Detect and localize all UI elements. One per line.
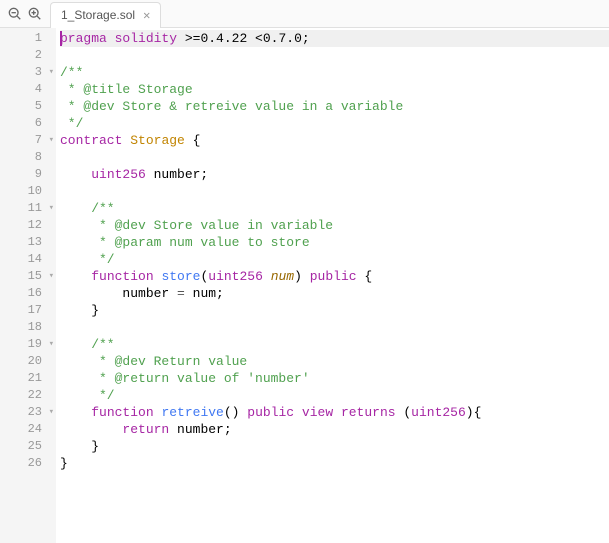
code-line: */ [60, 387, 609, 404]
gutter-line: 26 [0, 455, 56, 472]
code-line [60, 183, 609, 200]
gutter-line: 25 [0, 438, 56, 455]
zoom-controls [0, 7, 50, 21]
gutter-line: 21 [0, 370, 56, 387]
gutter-line: 23 [0, 404, 56, 421]
gutter-line: 19 [0, 336, 56, 353]
gutter-line: 22 [0, 387, 56, 404]
gutter: 1234567891011121314151617181920212223242… [0, 28, 56, 543]
gutter-line: 4 [0, 81, 56, 98]
code-line: contract Storage { [60, 132, 609, 149]
code-line [60, 149, 609, 166]
tab-file[interactable]: 1_Storage.sol ✕ [50, 2, 161, 28]
close-icon[interactable]: ✕ [143, 8, 150, 23]
gutter-line: 1 [0, 30, 56, 47]
gutter-line: 16 [0, 285, 56, 302]
toolbar: 1_Storage.sol ✕ [0, 0, 609, 28]
code-line: * @dev Return value [60, 353, 609, 370]
zoom-out-icon[interactable] [8, 7, 22, 21]
code-line: uint256 number; [60, 166, 609, 183]
gutter-line: 24 [0, 421, 56, 438]
zoom-in-icon[interactable] [28, 7, 42, 21]
code-line: /** [60, 64, 609, 81]
gutter-line: 14 [0, 251, 56, 268]
code-line: } [60, 438, 609, 455]
gutter-line: 11 [0, 200, 56, 217]
code-line: /** [60, 200, 609, 217]
code-line: } [60, 302, 609, 319]
code-line: * @param num value to store [60, 234, 609, 251]
gutter-line: 8 [0, 149, 56, 166]
gutter-line: 20 [0, 353, 56, 370]
gutter-line: 7 [0, 132, 56, 149]
gutter-line: 15 [0, 268, 56, 285]
code-line: /** [60, 336, 609, 353]
gutter-line: 17 [0, 302, 56, 319]
gutter-line: 10 [0, 183, 56, 200]
code-line: function store(uint256 num) public { [60, 268, 609, 285]
gutter-line: 12 [0, 217, 56, 234]
gutter-line: 13 [0, 234, 56, 251]
gutter-line: 18 [0, 319, 56, 336]
code-line: number = num; [60, 285, 609, 302]
gutter-line: 6 [0, 115, 56, 132]
code-line: * @return value of 'number' [60, 370, 609, 387]
code-line: function retreive() public view returns … [60, 404, 609, 421]
code-line: * @title Storage [60, 81, 609, 98]
code-line: * @dev Store value in variable [60, 217, 609, 234]
gutter-line: 5 [0, 98, 56, 115]
code-line: } [60, 455, 609, 472]
code-line: return number; [60, 421, 609, 438]
code-line: */ [60, 251, 609, 268]
code-line: * @dev Store & retreive value in a varia… [60, 98, 609, 115]
code-area[interactable]: pragma solidity >=0.4.22 <0.7.0; /** * @… [56, 28, 609, 543]
code-line: */ [60, 115, 609, 132]
tab-label: 1_Storage.sol [61, 8, 135, 22]
code-line [60, 47, 609, 64]
code-line: pragma solidity >=0.4.22 <0.7.0; [60, 30, 609, 47]
gutter-line: 3 [0, 64, 56, 81]
gutter-line: 2 [0, 47, 56, 64]
code-line [60, 319, 609, 336]
gutter-line: 9 [0, 166, 56, 183]
editor: 1234567891011121314151617181920212223242… [0, 28, 609, 543]
